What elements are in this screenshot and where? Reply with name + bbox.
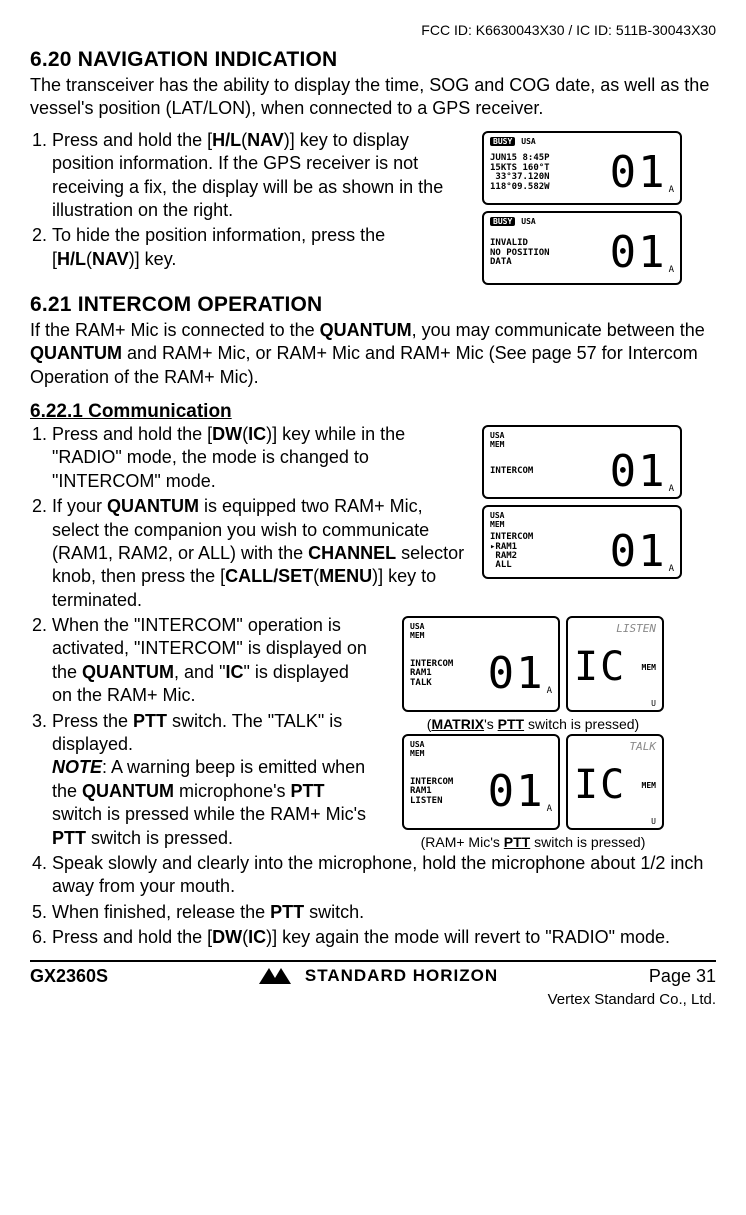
lcd-region: USA xyxy=(410,740,424,749)
page-footer: GX2360S STANDARD HORIZON Page 31 xyxy=(30,966,716,987)
lcd-ic: IC xyxy=(574,647,626,687)
lcd-region: USA xyxy=(490,511,504,520)
fcc-id-line: FCC ID: K6630043X30 / IC ID: 511B-30043X… xyxy=(30,22,716,38)
busy-badge: BUSY xyxy=(490,217,515,226)
brand-text: STANDARD HORIZON xyxy=(305,966,498,986)
lcd-a: A xyxy=(669,484,674,494)
caption-ram: (RAM+ Mic's PTT switch is pressed) xyxy=(402,834,664,850)
lcd-listen: LISTEN xyxy=(574,622,656,635)
lcd-region: USA xyxy=(490,431,504,440)
section-6-22-1-steps-a: Press and hold the [DW(IC)] key while in… xyxy=(30,423,716,614)
section-6-22-1-steps-b: When the "INTERCOM" operation is activat… xyxy=(30,614,716,852)
step-1: Press and hold the [DW(IC)] key while in… xyxy=(52,423,472,493)
lcd-a: A xyxy=(669,265,674,275)
lcd-stack-620: BUSY USA JUN15 8:45P 15KTS 160°T 33°37.12… xyxy=(482,131,682,285)
section-6-21-lead: If the RAM+ Mic is connected to the QUAN… xyxy=(30,319,716,389)
section-6-22-1-title: 6.22.1 Communication xyxy=(30,401,716,423)
page-number: Page 31 xyxy=(649,966,716,987)
lcd-lines: INTERCOM xyxy=(490,467,533,476)
lcd-lines: JUN15 8:45P 15KTS 160°T 33°37.120N 118°0… xyxy=(490,154,550,192)
step-3: Press the PTT switch. The "TALK" is disp… xyxy=(52,710,372,850)
lcd-region: USA xyxy=(410,622,424,631)
lcd-lines: INTERCOM ▸RAM1 RAM2 ALL xyxy=(490,533,533,571)
section-6-22-1-steps-c: Speak slowly and clearly into the microp… xyxy=(30,852,716,950)
logo-icon xyxy=(259,968,299,984)
lcd-stack-6221a: USA MEM INTERCOM 01 A USA MEM INTERCOM ▸… xyxy=(482,425,682,579)
lcd-channel: 01 xyxy=(488,770,545,814)
caption-matrix: (MATRIX's PTT switch is pressed) xyxy=(402,716,664,732)
lcd-talk: TALK xyxy=(574,740,656,753)
lcd-channel: 01 xyxy=(610,231,667,275)
lcd-region: USA xyxy=(521,137,535,146)
lcd-u: U xyxy=(574,817,656,826)
lcd-matrix-left: USA MEM INTERCOM RAM1 TALK 01 A xyxy=(402,616,560,712)
section-6-20-steps: Press and hold the [H/L(NAV)] key to dis… xyxy=(30,129,716,285)
lcd-ic: IC xyxy=(574,765,626,805)
step-1: Press and hold the [H/L(NAV)] key to dis… xyxy=(52,129,472,223)
model-number: GX2360S xyxy=(30,966,108,987)
step-4: Speak slowly and clearly into the microp… xyxy=(52,852,716,899)
lcd-intercom-select: USA MEM INTERCOM ▸RAM1 RAM2 ALL 01 A xyxy=(482,505,682,579)
lcd-region: USA xyxy=(521,217,535,226)
lcd-ram-left: USA MEM INTERCOM RAM1 LISTEN 01 A xyxy=(402,734,560,830)
lcd-intercom: USA MEM INTERCOM 01 A xyxy=(482,425,682,499)
lcd-a: A xyxy=(669,185,674,195)
lcd-mem: MEM xyxy=(410,631,552,640)
lcd-a: A xyxy=(547,686,552,696)
section-6-20-lead: The transceiver has the ability to displ… xyxy=(30,74,716,121)
step-2b: When the "INTERCOM" operation is activat… xyxy=(52,614,372,708)
lcd-ram-right: TALK IC MEM U xyxy=(566,734,664,830)
footer-rule xyxy=(30,960,716,962)
busy-badge: BUSY xyxy=(490,137,515,146)
manual-page: FCC ID: K6630043X30 / IC ID: 511B-30043X… xyxy=(0,0,746,1215)
lcd-nav-invalid: BUSY USA INVALID NO POSITION DATA 01 A xyxy=(482,211,682,285)
brand-logo: STANDARD HORIZON xyxy=(259,966,498,986)
section-6-20-title: 6.20 NAVIGATION INDICATION xyxy=(30,48,716,72)
lcd-channel: 01 xyxy=(610,530,667,574)
lcd-nav-fix: BUSY USA JUN15 8:45P 15KTS 160°T 33°37.12… xyxy=(482,131,682,205)
lcd-mem: MEM xyxy=(642,781,656,790)
step-2: If your QUANTUM is equipped two RAM+ Mic… xyxy=(52,495,472,612)
lcd-stack-6221b: USA MEM INTERCOM RAM1 TALK 01 A LISTEN I… xyxy=(402,616,664,850)
lcd-mem: MEM xyxy=(410,749,552,758)
lcd-pair-matrix: USA MEM INTERCOM RAM1 TALK 01 A LISTEN I… xyxy=(402,616,664,712)
lcd-u: U xyxy=(574,699,656,708)
lcd-matrix-right: LISTEN IC MEM U xyxy=(566,616,664,712)
lcd-channel: 01 xyxy=(610,450,667,494)
lcd-channel: 01 xyxy=(488,652,545,696)
lcd-lines: INVALID NO POSITION DATA xyxy=(490,239,550,267)
lcd-mem: MEM xyxy=(642,663,656,672)
lcd-channel: 01 xyxy=(610,151,667,195)
step-6: Press and hold the [DW(IC)] key again th… xyxy=(52,926,716,949)
lcd-lines: INTERCOM RAM1 TALK xyxy=(410,660,453,688)
step-5: When finished, release the PTT switch. xyxy=(52,901,716,924)
step-2: To hide the position information, press … xyxy=(52,224,472,271)
lcd-pair-ram: USA MEM INTERCOM RAM1 LISTEN 01 A TALK I… xyxy=(402,734,664,830)
section-6-21-title: 6.21 INTERCOM OPERATION xyxy=(30,293,716,317)
copyright: Vertex Standard Co., Ltd. xyxy=(30,991,716,1008)
lcd-lines: INTERCOM RAM1 LISTEN xyxy=(410,778,453,806)
lcd-a: A xyxy=(669,564,674,574)
lcd-a: A xyxy=(547,804,552,814)
